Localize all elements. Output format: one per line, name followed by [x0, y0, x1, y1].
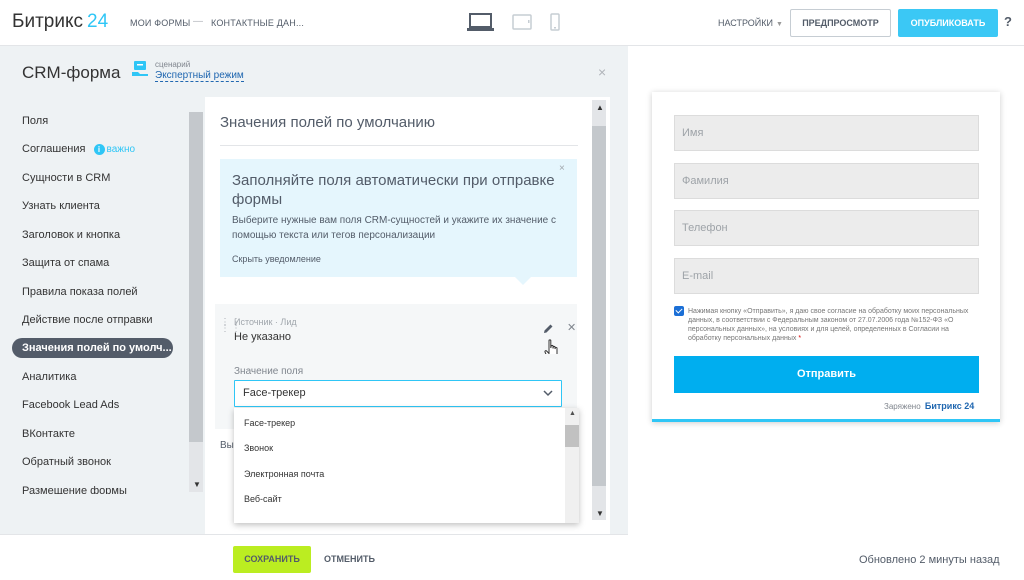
sidebar-scroll-thumb[interactable]: [189, 112, 203, 442]
info-notice: × Заполняйте поля автоматически при отпр…: [220, 159, 577, 285]
preview-button[interactable]: ПРЕДПРОСМОТР: [790, 9, 891, 37]
field-placeholder: E-mail: [682, 270, 714, 282]
sidebar-item-spam-protection[interactable]: Защита от спама: [22, 257, 109, 269]
scenario-label: сценарий: [155, 60, 191, 69]
sidebar-item-vkontakte[interactable]: ВКонтакте: [22, 428, 75, 440]
hide-notice-link[interactable]: Скрыть уведомление: [232, 254, 321, 264]
email-field[interactable]: E-mail: [674, 258, 979, 294]
required-mark: *: [798, 335, 802, 342]
phone-field[interactable]: Телефон: [674, 210, 979, 246]
scroll-down-icon[interactable]: ▼: [193, 480, 201, 489]
updated-status: Обновлено 2 минуты назад: [859, 554, 1000, 566]
name-field[interactable]: Имя: [674, 115, 979, 151]
select-dropdown: Face-трекер Звонок Электронная почта Веб…: [234, 408, 579, 523]
option-face-tracker[interactable]: Face-трекер: [244, 418, 295, 428]
sidebar-item-placement[interactable]: Размещение формы: [22, 485, 127, 494]
sidebar-item-analytics[interactable]: Аналитика: [22, 371, 76, 383]
consent-text: Нажимая кнопку «Отправить», я даю свое с…: [688, 307, 982, 343]
surname-field[interactable]: Фамилия: [674, 163, 979, 199]
logo-text: Битрикс: [12, 11, 83, 32]
field-placeholder: Фамилия: [682, 175, 729, 187]
option-email[interactable]: Электронная почта: [244, 469, 324, 479]
scroll-down-icon[interactable]: ▼: [596, 509, 604, 518]
section-title: Значения полей по умолчанию: [220, 114, 436, 131]
consent-checkbox[interactable]: [674, 306, 684, 316]
settings-menu[interactable]: НАСТРОЙКИ ▼: [718, 18, 783, 28]
save-button[interactable]: СОХРАНИТЬ: [233, 546, 311, 573]
option-call[interactable]: Звонок: [244, 443, 273, 453]
sidebar-item-header-button[interactable]: Заголовок и кнопка: [22, 229, 120, 241]
powered-by[interactable]: Заряжено Битрикс 24: [884, 401, 974, 411]
dropdown-scroll-thumb[interactable]: [565, 425, 579, 447]
source-field-row: ⋮⋮ ⋮⋮ Источник · Лид Не указано ✕: [215, 304, 577, 361]
pencil-icon[interactable]: [543, 323, 554, 334]
sidebar-item-after-submit[interactable]: Действие после отправки: [22, 314, 153, 326]
sidebar-item-fields[interactable]: Поля: [22, 115, 48, 127]
breadcrumb-contact-data[interactable]: КОНТАКТНЫЕ ДАН...: [211, 18, 304, 28]
sidebar-item-facebook[interactable]: Facebook Lead Ads: [22, 399, 119, 411]
chevron-down-icon: ▼: [776, 21, 783, 28]
value-label: Значение поля: [234, 366, 304, 377]
hidden-row-text: Вы: [220, 440, 234, 451]
settings-label: НАСТРОЙКИ: [718, 18, 773, 28]
select-value: Face-трекер: [243, 387, 306, 399]
sidebar-nav: Поля Соглашения i важно Сущности в CRM Узн…: [0, 104, 205, 494]
notice-text: Выберите нужные вам поля CRM-сущностей и…: [232, 215, 557, 241]
notice-title: Заполняйте поля автоматически при отправ…: [232, 172, 555, 208]
breadcrumb-my-forms[interactable]: МОИ ФОРМЫ: [130, 18, 190, 28]
field-placeholder: Телефон: [682, 222, 728, 234]
publish-button[interactable]: ОПУБЛИКОВАТЬ: [898, 9, 998, 37]
important-badge: важно: [106, 144, 136, 155]
sidebar-item-agreements[interactable]: Соглашения i важно: [22, 143, 135, 155]
sidebar-item-crm-entities[interactable]: Сущности в CRM: [22, 172, 110, 184]
logo-number: 24: [87, 11, 109, 32]
breadcrumb-separator: —: [193, 16, 203, 27]
scenario-mode-link[interactable]: Экспертный режим: [155, 70, 244, 82]
sidebar-item-know-client[interactable]: Узнать клиента: [22, 200, 100, 212]
cancel-button[interactable]: ОТМЕНИТЬ: [324, 554, 375, 564]
divider: [220, 145, 578, 146]
source-label: Источник · Лид: [234, 317, 297, 327]
sidebar-item-label: Соглашения: [22, 143, 86, 155]
consent-body: Нажимая кнопку «Отправить», я даю свое с…: [688, 308, 969, 342]
content-scroll-thumb[interactable]: [592, 126, 606, 486]
value-select[interactable]: Face-трекер: [234, 380, 562, 407]
tablet-icon[interactable]: [512, 14, 532, 30]
help-icon[interactable]: ?: [1004, 14, 1012, 29]
option-website[interactable]: Веб-сайт: [244, 494, 282, 504]
top-bar: Битрикс 24 МОИ ФОРМЫ — КОНТАКТНЫЕ ДАН... …: [0, 0, 1024, 46]
sidebar-item-default-values[interactable]: Значения полей по умолч...: [12, 338, 173, 358]
scroll-up-icon[interactable]: ▲: [569, 410, 576, 417]
powered-brand: Битрикс: [924, 401, 962, 411]
chevron-down-icon: [543, 390, 553, 397]
scenario-icon: [132, 61, 148, 76]
mobile-icon[interactable]: [550, 13, 560, 31]
logo[interactable]: Битрикс 24: [12, 11, 108, 33]
field-placeholder: Имя: [682, 127, 704, 139]
submit-button[interactable]: Отправить: [674, 356, 979, 393]
sidebar-item-field-rules[interactable]: Правила показа полей: [22, 286, 138, 298]
remove-icon[interactable]: ✕: [567, 321, 576, 334]
form-preview: Имя Фамилия Телефон E-mail Нажимая кнопк…: [652, 92, 1000, 422]
default-values-card: Значения полей по умолчанию × Заполняйте…: [205, 97, 610, 534]
powered-text: Заряжено: [884, 402, 921, 411]
sidebar-item-callback[interactable]: Обратный звонок: [22, 456, 111, 468]
desktop-icon[interactable]: [467, 13, 494, 32]
panel-footer: СОХРАНИТЬ ОТМЕНИТЬ: [0, 534, 628, 580]
powered-number: 24: [964, 401, 975, 411]
source-value: Не указано: [234, 331, 292, 343]
panel-title: CRM-форма: [22, 63, 121, 82]
close-icon[interactable]: ×: [598, 64, 606, 80]
scroll-up-icon[interactable]: ▲: [596, 103, 604, 112]
info-icon: i: [93, 144, 105, 155]
